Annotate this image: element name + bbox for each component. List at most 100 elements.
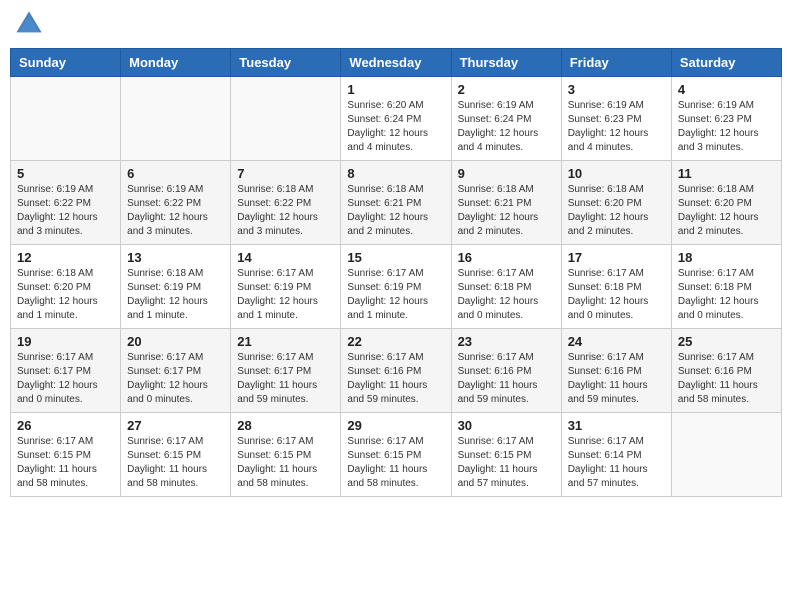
day-info: Sunrise: 6:17 AM Sunset: 6:17 PM Dayligh… (237, 351, 334, 407)
calendar-day-cell: 29 Sunrise: 6:17 AM Sunset: 6:15 PM Dayli… (341, 413, 451, 497)
calendar-day-cell (121, 77, 231, 161)
day-info: Sunrise: 6:17 AM Sunset: 6:19 PM Dayligh… (347, 267, 444, 323)
calendar-day-cell: 25 Sunrise: 6:17 AM Sunset: 6:16 PM Dayli… (671, 329, 781, 413)
calendar-day-cell (11, 77, 121, 161)
day-info: Sunrise: 6:19 AM Sunset: 6:23 PM Dayligh… (678, 99, 775, 155)
day-number: 13 (127, 250, 224, 265)
calendar-day-cell: 17 Sunrise: 6:17 AM Sunset: 6:18 PM Dayli… (561, 245, 671, 329)
day-info: Sunrise: 6:17 AM Sunset: 6:15 PM Dayligh… (17, 435, 114, 491)
day-info: Sunrise: 6:17 AM Sunset: 6:16 PM Dayligh… (678, 351, 775, 407)
day-number: 22 (347, 334, 444, 349)
day-info: Sunrise: 6:18 AM Sunset: 6:19 PM Dayligh… (127, 267, 224, 323)
calendar-day-cell (231, 77, 341, 161)
day-info: Sunrise: 6:19 AM Sunset: 6:22 PM Dayligh… (127, 183, 224, 239)
calendar-day-cell: 28 Sunrise: 6:17 AM Sunset: 6:15 PM Dayli… (231, 413, 341, 497)
day-of-week-header: Friday (561, 49, 671, 77)
calendar-day-cell: 20Sunrise: 6:17 AM Sunset: 6:17 PM Dayli… (121, 329, 231, 413)
day-number: 16 (458, 250, 555, 265)
calendar-day-cell: 22 Sunrise: 6:17 AM Sunset: 6:16 PM Dayli… (341, 329, 451, 413)
logo (15, 10, 47, 38)
day-number: 20 (127, 334, 224, 349)
day-number: 9 (458, 166, 555, 181)
day-info: Sunrise: 6:19 AM Sunset: 6:24 PM Dayligh… (458, 99, 555, 155)
day-number: 8 (347, 166, 444, 181)
day-info: Sunrise: 6:18 AM Sunset: 6:22 PM Dayligh… (237, 183, 334, 239)
calendar-day-cell: 3Sunrise: 6:19 AM Sunset: 6:23 PM Daylig… (561, 77, 671, 161)
day-of-week-header: Thursday (451, 49, 561, 77)
calendar-day-cell: 21 Sunrise: 6:17 AM Sunset: 6:17 PM Dayli… (231, 329, 341, 413)
day-number: 2 (458, 82, 555, 97)
day-info: Sunrise: 6:17 AM Sunset: 6:15 PM Dayligh… (458, 435, 555, 491)
general-blue-logo-icon (15, 10, 43, 38)
calendar-day-cell: 8 Sunrise: 6:18 AM Sunset: 6:21 PM Daylig… (341, 161, 451, 245)
calendar-day-cell: 12 Sunrise: 6:18 AM Sunset: 6:20 PM Dayli… (11, 245, 121, 329)
day-number: 12 (17, 250, 114, 265)
calendar-day-cell: 30 Sunrise: 6:17 AM Sunset: 6:15 PM Dayli… (451, 413, 561, 497)
calendar-day-cell: 10Sunrise: 6:18 AM Sunset: 6:20 PM Dayli… (561, 161, 671, 245)
calendar-table: SundayMondayTuesdayWednesdayThursdayFrid… (10, 48, 782, 497)
day-number: 11 (678, 166, 775, 181)
day-number: 28 (237, 418, 334, 433)
calendar-day-cell: 9 Sunrise: 6:18 AM Sunset: 6:21 PM Daylig… (451, 161, 561, 245)
calendar-day-cell: 16 Sunrise: 6:17 AM Sunset: 6:18 PM Dayli… (451, 245, 561, 329)
calendar-day-cell: 5Sunrise: 6:19 AM Sunset: 6:22 PM Daylig… (11, 161, 121, 245)
day-of-week-header: Wednesday (341, 49, 451, 77)
calendar-day-cell: 27 Sunrise: 6:17 AM Sunset: 6:15 PM Dayli… (121, 413, 231, 497)
day-of-week-header: Tuesday (231, 49, 341, 77)
day-info: Sunrise: 6:18 AM Sunset: 6:20 PM Dayligh… (17, 267, 114, 323)
calendar-day-cell: 6 Sunrise: 6:19 AM Sunset: 6:22 PM Daylig… (121, 161, 231, 245)
day-number: 15 (347, 250, 444, 265)
page-header (10, 10, 782, 38)
day-info: Sunrise: 6:17 AM Sunset: 6:15 PM Dayligh… (347, 435, 444, 491)
day-number: 6 (127, 166, 224, 181)
day-number: 1 (347, 82, 444, 97)
day-info: Sunrise: 6:18 AM Sunset: 6:20 PM Dayligh… (678, 183, 775, 239)
day-info: Sunrise: 6:17 AM Sunset: 6:18 PM Dayligh… (568, 267, 665, 323)
calendar-week-row: 26 Sunrise: 6:17 AM Sunset: 6:15 PM Dayli… (11, 413, 782, 497)
day-info: Sunrise: 6:17 AM Sunset: 6:19 PM Dayligh… (237, 267, 334, 323)
day-number: 18 (678, 250, 775, 265)
day-number: 26 (17, 418, 114, 433)
day-info: Sunrise: 6:18 AM Sunset: 6:21 PM Dayligh… (347, 183, 444, 239)
day-number: 21 (237, 334, 334, 349)
calendar-day-cell: 1 Sunrise: 6:20 AM Sunset: 6:24 PM Daylig… (341, 77, 451, 161)
calendar-day-cell: 15 Sunrise: 6:17 AM Sunset: 6:19 PM Dayli… (341, 245, 451, 329)
day-number: 5 (17, 166, 114, 181)
day-info: Sunrise: 6:17 AM Sunset: 6:15 PM Dayligh… (237, 435, 334, 491)
calendar-day-cell: 11 Sunrise: 6:18 AM Sunset: 6:20 PM Dayli… (671, 161, 781, 245)
calendar-week-row: 19 Sunrise: 6:17 AM Sunset: 6:17 PM Dayli… (11, 329, 782, 413)
day-number: 14 (237, 250, 334, 265)
day-info: Sunrise: 6:17 AM Sunset: 6:18 PM Dayligh… (458, 267, 555, 323)
day-number: 29 (347, 418, 444, 433)
day-info: Sunrise: 6:17 AM Sunset: 6:17 PM Dayligh… (17, 351, 114, 407)
day-of-week-header: Monday (121, 49, 231, 77)
calendar-week-row: 12 Sunrise: 6:18 AM Sunset: 6:20 PM Dayli… (11, 245, 782, 329)
calendar-day-cell: 19 Sunrise: 6:17 AM Sunset: 6:17 PM Dayli… (11, 329, 121, 413)
day-info: Sunrise: 6:18 AM Sunset: 6:21 PM Dayligh… (458, 183, 555, 239)
day-number: 24 (568, 334, 665, 349)
calendar-day-cell: 4 Sunrise: 6:19 AM Sunset: 6:23 PM Daylig… (671, 77, 781, 161)
day-info: Sunrise: 6:17 AM Sunset: 6:15 PM Dayligh… (127, 435, 224, 491)
day-of-week-header: Sunday (11, 49, 121, 77)
calendar-day-cell: 18Sunrise: 6:17 AM Sunset: 6:18 PM Dayli… (671, 245, 781, 329)
calendar-day-cell: 23Sunrise: 6:17 AM Sunset: 6:16 PM Dayli… (451, 329, 561, 413)
calendar-day-cell: 13 Sunrise: 6:18 AM Sunset: 6:19 PM Dayli… (121, 245, 231, 329)
calendar-day-cell (671, 413, 781, 497)
calendar-day-cell: 14 Sunrise: 6:17 AM Sunset: 6:19 PM Dayli… (231, 245, 341, 329)
calendar-day-cell: 7 Sunrise: 6:18 AM Sunset: 6:22 PM Daylig… (231, 161, 341, 245)
day-info: Sunrise: 6:20 AM Sunset: 6:24 PM Dayligh… (347, 99, 444, 155)
day-number: 7 (237, 166, 334, 181)
day-info: Sunrise: 6:17 AM Sunset: 6:16 PM Dayligh… (568, 351, 665, 407)
day-info: Sunrise: 6:19 AM Sunset: 6:23 PM Dayligh… (568, 99, 665, 155)
calendar-header-row: SundayMondayTuesdayWednesdayThursdayFrid… (11, 49, 782, 77)
day-info: Sunrise: 6:17 AM Sunset: 6:16 PM Dayligh… (347, 351, 444, 407)
day-number: 25 (678, 334, 775, 349)
day-number: 30 (458, 418, 555, 433)
day-number: 19 (17, 334, 114, 349)
calendar-week-row: 1 Sunrise: 6:20 AM Sunset: 6:24 PM Daylig… (11, 77, 782, 161)
day-info: Sunrise: 6:17 AM Sunset: 6:14 PM Dayligh… (568, 435, 665, 491)
day-number: 17 (568, 250, 665, 265)
day-of-week-header: Saturday (671, 49, 781, 77)
day-number: 4 (678, 82, 775, 97)
day-number: 27 (127, 418, 224, 433)
